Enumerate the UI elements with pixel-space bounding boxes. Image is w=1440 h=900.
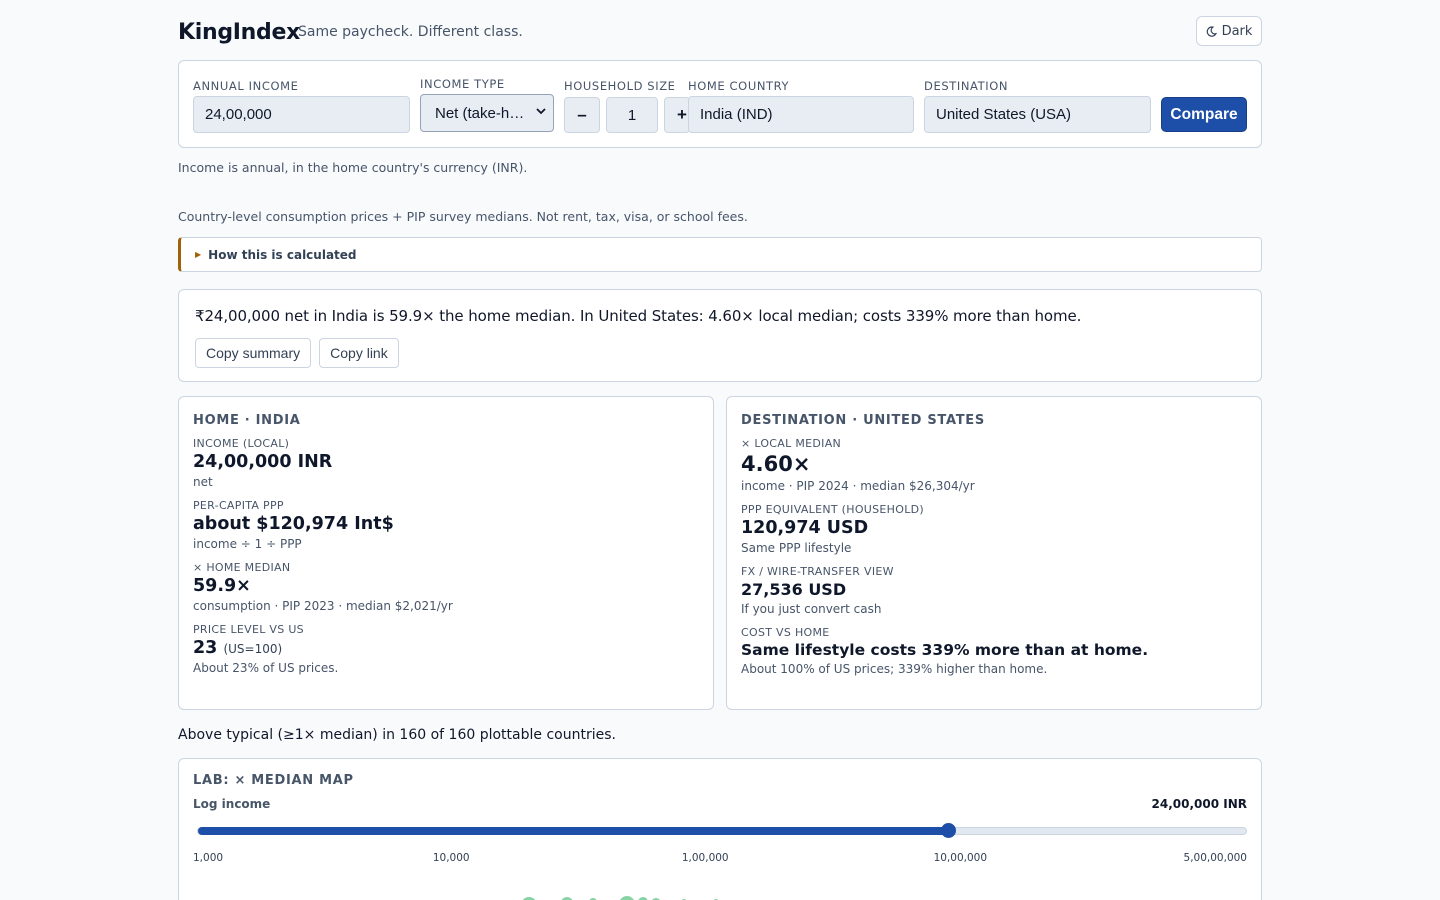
slider-fill: [198, 827, 949, 835]
annual-income-input[interactable]: 24,00,000: [193, 96, 410, 133]
page: KingIndex Same paycheck. Different class…: [178, 0, 1262, 900]
home-card: HOME · INDIA INCOME (LOCAL) 24,00,000 IN…: [178, 396, 714, 710]
metric-sub: Same PPP lifestyle: [741, 541, 852, 555]
copy-summary-button[interactable]: Copy summary: [195, 338, 312, 368]
metric-label: INCOME (LOCAL): [193, 437, 290, 450]
tagline: Same paycheck. Different class.: [298, 24, 523, 40]
compare-button[interactable]: Compare: [1161, 97, 1247, 132]
home-income-metric: INCOME (LOCAL) 24,00,000 INR net: [193, 437, 699, 489]
metric-sub: About 100% of US prices; 339% higher tha…: [741, 662, 1048, 676]
destination-card-title: DESTINATION · UNITED STATES: [741, 413, 985, 428]
log-income-slider[interactable]: [197, 823, 1247, 838]
home-median-metric: × HOME MEDIAN 59.9× consumption · PIP 20…: [193, 561, 699, 613]
household-decrement-button[interactable]: –: [564, 97, 600, 133]
metric-label: × LOCAL MEDIAN: [741, 437, 842, 450]
triangle-right-icon: ▶: [195, 250, 202, 259]
comparison-columns: HOME · INDIA INCOME (LOCAL) 24,00,000 IN…: [178, 396, 1262, 710]
metric-sub: About 23% of US prices.: [193, 661, 339, 675]
home-ppp-metric: PER-CAPITA PPP about $120,974 Int$ incom…: [193, 499, 699, 551]
metric-value: 59.9×: [193, 576, 251, 596]
household-size-input[interactable]: 1: [606, 97, 658, 133]
how-calculated-label: How this is calculated: [208, 247, 357, 262]
slider-value-label: 24,00,000 INR: [1151, 797, 1248, 811]
metric-value: Same lifestyle costs 339% more than at h…: [741, 641, 1149, 659]
moon-icon: [1206, 25, 1217, 37]
compare-form: ANNUAL INCOME 24,00,000 INCOME TYPE Net …: [178, 60, 1262, 148]
metric-sub: consumption · PIP 2023 · median $2,021/y…: [193, 599, 453, 613]
metric-value: about $120,974 Int$: [193, 514, 394, 534]
summary-card: ₹24,00,000 net in India is 59.9× the hom…: [178, 289, 1262, 382]
destination-input[interactable]: United States (USA): [924, 96, 1151, 133]
brand-logo[interactable]: KingIndex: [178, 20, 300, 45]
home-card-title: HOME · INDIA: [193, 413, 301, 428]
copy-link-button[interactable]: Copy link: [319, 338, 399, 368]
destination-median-metric: × LOCAL MEDIAN 4.60× income · PIP 2024 ·…: [741, 437, 1247, 493]
slider-ticks: 1,000 10,000 1,00,000 10,00,000 5,00,00,…: [193, 852, 1247, 866]
slider-thumb[interactable]: [941, 823, 957, 838]
lab-title: LAB: × MEDIAN MAP: [193, 773, 354, 788]
slider-tick: 10,000: [432, 852, 470, 864]
metric-value: 23 (US=100): [193, 638, 699, 658]
metric-label: PER-CAPITA PPP: [193, 499, 284, 512]
median-map-preview: [179, 894, 1261, 900]
metric-sub: income ÷ 1 ÷ PPP: [193, 537, 302, 551]
metric-label: × HOME MEDIAN: [193, 561, 291, 574]
destination-fx-metric: FX / WIRE-TRANSFER VIEW 27,536 USD If yo…: [741, 565, 1247, 616]
destination-card: DESTINATION · UNITED STATES × LOCAL MEDI…: [726, 396, 1262, 710]
home-country-label: HOME COUNTRY: [688, 79, 790, 93]
scope-note: Country-level consumption prices + PIP s…: [178, 209, 748, 224]
income-type-value: Net (take-h…: [435, 104, 525, 122]
map-dot: [619, 896, 635, 900]
slider-tick: 1,00,000: [681, 852, 729, 864]
household-size-label: HOUSEHOLD SIZE: [564, 79, 676, 93]
slider-tick: 1,000: [193, 852, 224, 864]
metric-value: 27,536 USD: [741, 580, 847, 599]
summary-text: ₹24,00,000 net in India is 59.9× the hom…: [195, 307, 1082, 325]
home-country-input[interactable]: India (IND): [688, 96, 914, 133]
metric-value: 4.60×: [741, 452, 811, 476]
currency-note: Income is annual, in the home country's …: [178, 160, 528, 175]
destination-ppp-metric: PPP EQUIVALENT (HOUSEHOLD) 120,974 USD S…: [741, 503, 1247, 555]
slider-label: Log income: [193, 797, 271, 811]
home-price-metric: PRICE LEVEL VS US 23 (US=100) About 23% …: [193, 623, 699, 675]
metric-label: PPP EQUIVALENT (HOUSEHOLD): [741, 503, 924, 516]
annual-income-label: ANNUAL INCOME: [193, 79, 299, 93]
metric-label: PRICE LEVEL VS US: [193, 623, 304, 636]
metric-sub: If you just convert cash: [741, 602, 882, 616]
theme-toggle-button[interactable]: Dark: [1196, 16, 1262, 46]
metric-sub: income · PIP 2024 · median $26,304/yr: [741, 479, 975, 493]
median-map-lab: LAB: × MEDIAN MAP Log income 24,00,000 I…: [178, 758, 1262, 900]
destination-cost-metric: COST VS HOME Same lifestyle costs 339% m…: [741, 626, 1247, 676]
theme-toggle-label: Dark: [1221, 23, 1253, 39]
metric-value: 120,974 USD: [741, 518, 869, 538]
price-level-number: 23: [193, 638, 218, 658]
income-type-select[interactable]: Net (take-h…: [420, 94, 554, 132]
income-type-label: INCOME TYPE: [420, 77, 505, 91]
chevron-down-icon: [536, 108, 546, 115]
household-increment-button[interactable]: +: [664, 97, 690, 133]
above-typical-text: Above typical (≥1× median) in 160 of 160…: [178, 727, 616, 743]
metric-sub: net: [193, 475, 213, 489]
how-calculated-disclosure[interactable]: ▶ How this is calculated: [178, 237, 1262, 272]
slider-tick: 5,00,00,000: [1183, 852, 1247, 864]
metric-value: 24,00,000 INR: [193, 452, 333, 472]
metric-label: FX / WIRE-TRANSFER VIEW: [741, 565, 894, 578]
destination-label: DESTINATION: [924, 79, 1009, 93]
price-level-unit: (US=100): [223, 642, 283, 656]
metric-label: COST VS HOME: [741, 626, 830, 639]
slider-tick: 10,00,000: [933, 852, 988, 864]
header: KingIndex Same paycheck. Different class…: [178, 0, 1262, 60]
